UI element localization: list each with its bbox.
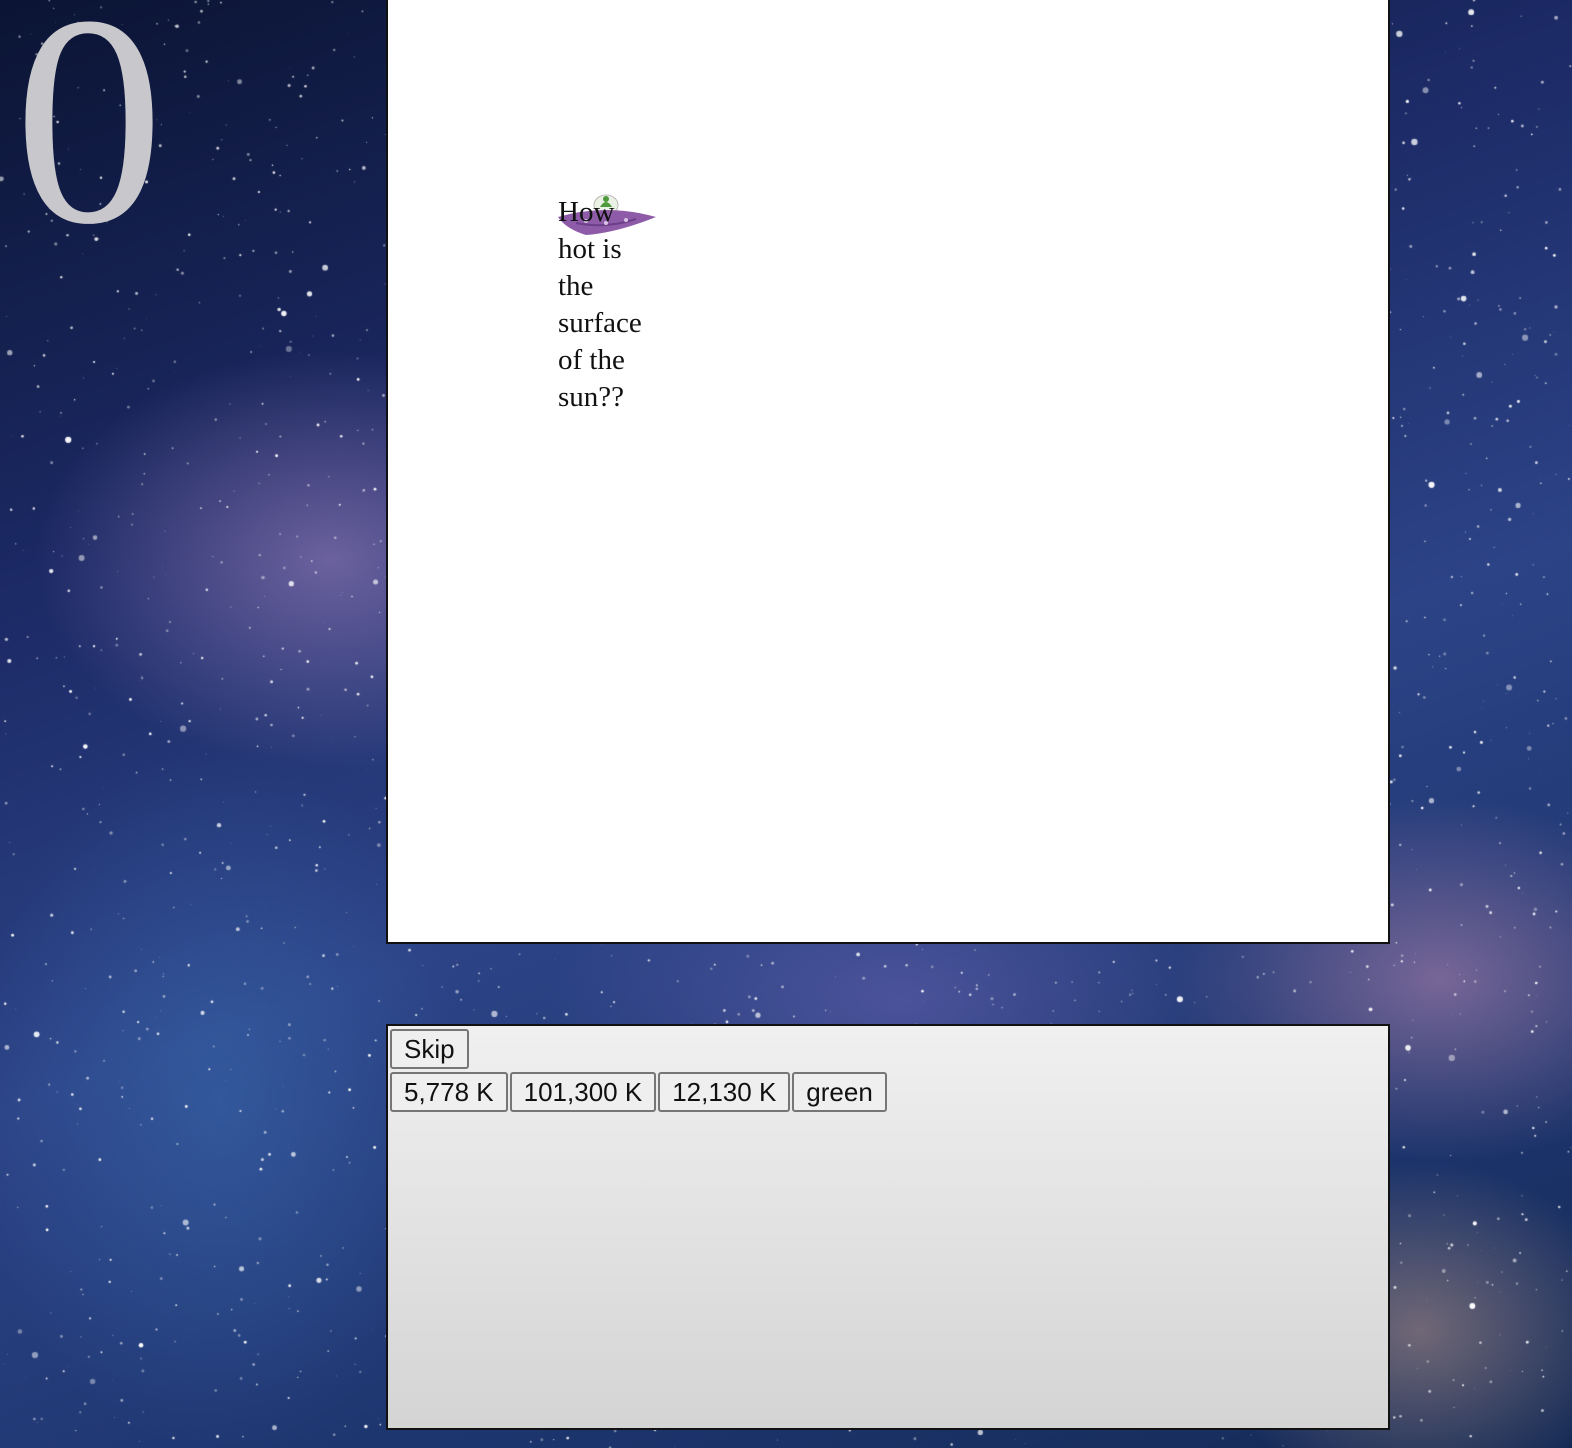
- answer-button-1[interactable]: 5,778 K: [390, 1072, 508, 1112]
- answer-button-2[interactable]: 101,300 K: [509, 1072, 657, 1112]
- answer-button-3[interactable]: 12,130 K: [658, 1072, 791, 1112]
- game-area: How hot is the surface of the sun??: [386, 0, 1390, 944]
- score-display: 0: [14, 0, 164, 286]
- answer-buttons: 5,778 K 101,300 K 12,130 K green: [390, 1072, 887, 1112]
- skip-row: Skip: [390, 1029, 469, 1069]
- answer-panel: Skip 5,778 K 101,300 K 12,130 K green: [386, 1024, 1390, 1430]
- answer-button-4[interactable]: green: [792, 1072, 887, 1112]
- skip-button[interactable]: Skip: [390, 1029, 469, 1069]
- question-text: How hot is the surface of the sun??: [558, 196, 642, 413]
